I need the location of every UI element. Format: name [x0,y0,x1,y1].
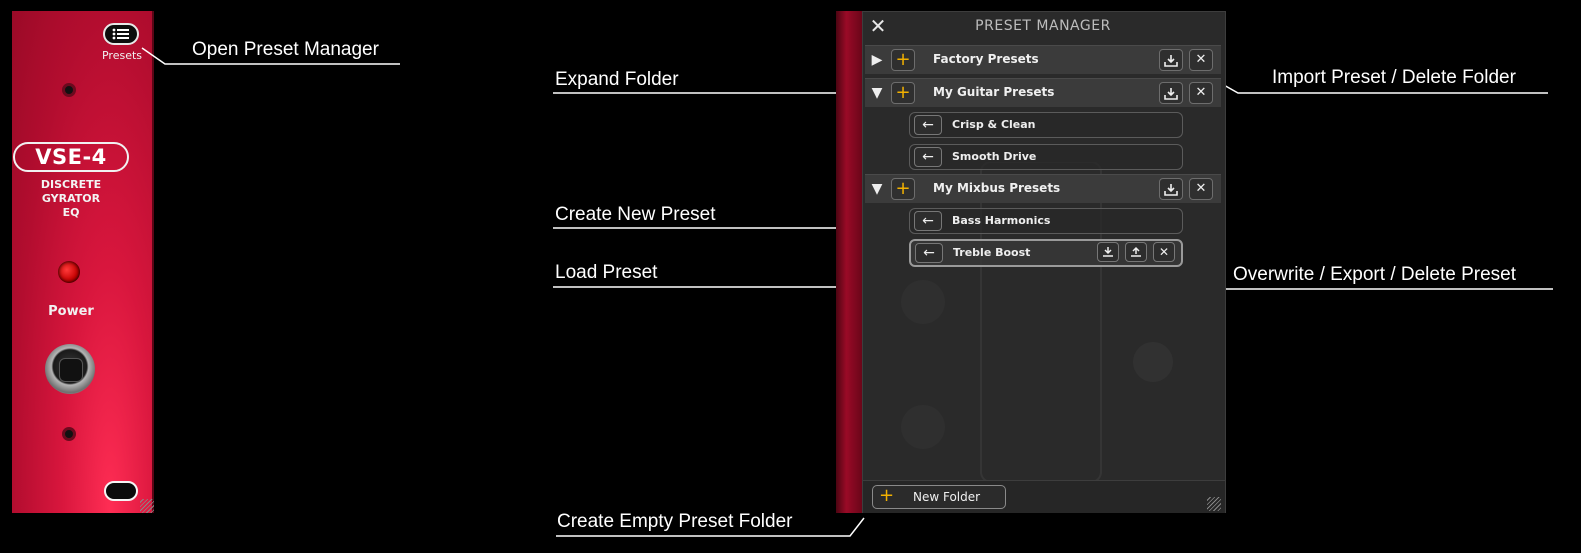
plus-icon: + [879,485,895,506]
delete-folder-button[interactable]: ✕ [1189,178,1213,200]
delete-preset-button[interactable]: ✕ [1153,242,1175,262]
load-preset-button[interactable]: ← [915,243,943,263]
folder-name: Factory Presets [933,52,1039,66]
load-preset-button[interactable]: ← [914,147,942,167]
load-preset-button[interactable]: ← [914,211,942,231]
preset-row-bass-harmonics[interactable]: ← Bass Harmonics [909,208,1183,234]
export-preset-button[interactable] [1125,242,1147,262]
resize-grip-icon[interactable] [1207,497,1221,511]
delete-folder-button[interactable]: ✕ [1189,49,1213,71]
folder-row-my-guitar-presets: ▼ + My Guitar Presets ✕ [865,78,1221,107]
folder-row-my-mixbus-presets: ▼ + My Mixbus Presets ✕ [865,174,1221,203]
panel-footer: + New Folder [863,480,1225,513]
preset-row-smooth-drive[interactable]: ← Smooth Drive [909,144,1183,170]
new-folder-label: New Folder [913,490,981,504]
panel-header: ✕ PRESET MANAGER [863,12,1225,42]
collapse-folder-toggle[interactable]: ▼ [869,179,885,199]
folder-row-factory-presets: ▶ + Factory Presets ✕ [865,45,1221,74]
import-preset-button[interactable] [1159,178,1183,200]
panel-title: PRESET MANAGER [975,18,1111,34]
overwrite-preset-button[interactable] [1097,242,1119,262]
import-icon [1164,184,1178,196]
preset-name: Treble Boost [953,246,1031,259]
load-preset-button[interactable]: ← [914,115,942,135]
expand-folder-toggle[interactable]: ▶ [869,50,885,70]
callout-overwrite-export-delete: Overwrite / Export / Delete Preset [1233,264,1516,285]
new-folder-button[interactable]: + New Folder [872,485,1006,509]
delete-folder-button[interactable]: ✕ [1189,82,1213,104]
save-down-icon [1103,247,1113,257]
create-preset-button[interactable]: + [891,82,915,104]
create-preset-button[interactable]: + [891,49,915,71]
preset-name: Smooth Drive [952,150,1037,163]
folder-name: My Mixbus Presets [933,181,1061,195]
module-rail [836,11,862,513]
callout-expand-folder: Expand Folder [555,69,679,90]
callout-create-new-preset: Create New Preset [555,204,716,225]
import-icon [1164,55,1178,67]
preset-row-treble-boost[interactable]: ← Treble Boost ✕ [909,239,1183,267]
import-icon [1164,88,1178,100]
callout-create-empty-folder: Create Empty Preset Folder [557,511,793,532]
export-up-icon [1131,246,1141,257]
callout-import-delete-folder: Import Preset / Delete Folder [1272,67,1516,88]
preset-name: Bass Harmonics [952,214,1051,227]
collapse-folder-toggle[interactable]: ▼ [869,83,885,103]
callout-load-preset: Load Preset [555,262,658,283]
preset-name: Crisp & Clean [952,118,1036,131]
preset-manager-panel: ✕ PRESET MANAGER ▶ + Factory Presets ✕ ▼… [862,11,1226,513]
folder-name: My Guitar Presets [933,85,1055,99]
preset-row-crisp-clean[interactable]: ← Crisp & Clean [909,112,1183,138]
callout-open-preset-manager: Open Preset Manager [192,39,379,60]
close-panel-button[interactable]: ✕ [867,14,889,38]
import-preset-button[interactable] [1159,49,1183,71]
create-preset-button[interactable]: + [891,178,915,200]
import-preset-button[interactable] [1159,82,1183,104]
